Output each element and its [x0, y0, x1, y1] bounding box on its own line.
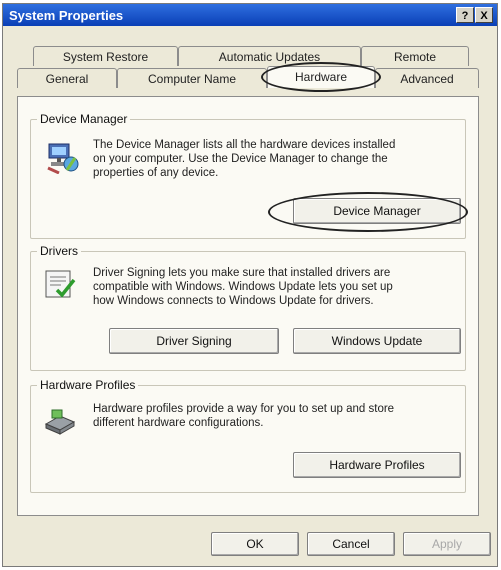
driver-signing-button[interactable]: Driver Signing [109, 328, 279, 354]
hardware-profiles-button[interactable]: Hardware Profiles [293, 452, 461, 478]
tab-remote[interactable]: Remote [361, 46, 469, 66]
hardware-profiles-description-line2: different hardware configurations. [93, 417, 264, 429]
window-title: System Properties [9, 8, 124, 23]
title-bar[interactable]: System Properties ? X [3, 4, 497, 26]
hardware-profiles-legend: Hardware Profiles [37, 378, 139, 392]
help-icon[interactable]: ? [456, 7, 474, 23]
device-manager-group: Device Manager The Device Manager lists … [30, 112, 466, 239]
drivers-description-line2: compatible with Windows. Windows Update … [93, 281, 393, 293]
hardware-tab-panel: Device Manager The Device Manager lists … [17, 96, 479, 516]
hardware-profiles-group: Hardware Profiles Hardware profiles prov… [30, 378, 466, 493]
device-manager-button[interactable]: Device Manager [293, 198, 461, 224]
drivers-legend: Drivers [37, 244, 81, 258]
drivers-description-line1: Driver Signing lets you make sure that i… [93, 267, 391, 279]
drivers-group: Drivers Driver Signing lets you make sur… [30, 244, 466, 371]
device-manager-description-line3: properties of any device. [93, 167, 219, 179]
system-properties-window: System Properties ? X System Restore Aut… [2, 3, 498, 567]
hardware-profiles-icon [43, 402, 77, 439]
device-manager-legend: Device Manager [37, 112, 131, 126]
tab-advanced[interactable]: Advanced [375, 68, 479, 88]
device-manager-icon [45, 140, 79, 177]
drivers-description-line3: how Windows connects to Windows Update f… [93, 295, 374, 307]
tab-automatic-updates[interactable]: Automatic Updates [178, 46, 361, 66]
tab-general[interactable]: General [17, 68, 117, 88]
tab-hardware[interactable]: Hardware [267, 66, 375, 88]
hardware-profiles-description-line1: Hardware profiles provide a way for you … [93, 403, 395, 415]
apply-button[interactable]: Apply [403, 532, 491, 556]
device-manager-description-line1: The Device Manager lists all the hardwar… [93, 139, 396, 151]
cancel-button[interactable]: Cancel [307, 532, 395, 556]
tab-computer-name[interactable]: Computer Name [117, 68, 267, 88]
device-manager-description-line2: on your computer. Use the Device Manager… [93, 153, 388, 165]
windows-update-button[interactable]: Windows Update [293, 328, 461, 354]
close-icon[interactable]: X [475, 7, 493, 23]
ok-button[interactable]: OK [211, 532, 299, 556]
driver-signing-icon [43, 268, 77, 305]
tab-system-restore[interactable]: System Restore [33, 46, 178, 66]
